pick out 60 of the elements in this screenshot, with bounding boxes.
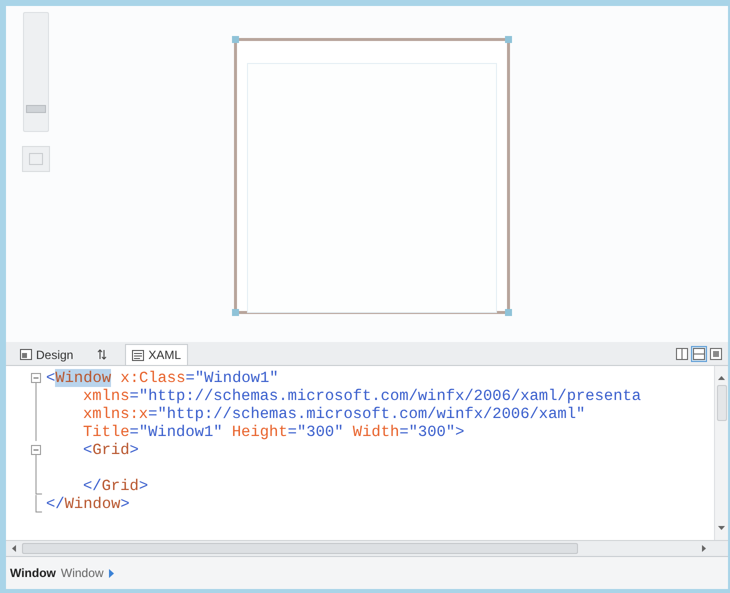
breadcrumb-item[interactable]: Window xyxy=(10,564,56,582)
pane-layout-button[interactable] xyxy=(691,346,707,362)
code-token: "300" xyxy=(296,423,344,441)
expand-arrow-icon[interactable] xyxy=(108,568,114,578)
code-token: = xyxy=(130,423,139,441)
collapse-pane-icon xyxy=(710,348,722,360)
code-token: Window xyxy=(64,495,120,513)
code-token: < xyxy=(46,369,56,387)
code-token: Window xyxy=(55,369,112,387)
code-token: = xyxy=(148,405,158,423)
code-token: Height xyxy=(230,423,288,441)
scroll-right-icon[interactable] xyxy=(702,545,706,552)
fold-line-icon xyxy=(35,459,37,477)
code-token: "http://schemas.microsoft.com/winfx/2006/xaml" xyxy=(157,405,586,423)
code-token: </ xyxy=(83,477,102,495)
scroll-thumb[interactable] xyxy=(716,385,726,421)
zoom-slider[interactable] xyxy=(23,12,49,132)
vertical-split-icon xyxy=(676,348,688,360)
swap-icon xyxy=(97,349,108,360)
horizontal-split-icon xyxy=(693,348,705,360)
breadcrumb-item[interactable]: Window xyxy=(60,564,104,582)
code-token: "http://schemas.microsoft.com/winfx/2006/xaml/presenta xyxy=(138,387,642,405)
scroll-up-icon[interactable] xyxy=(718,376,725,380)
resize-handle-icon[interactable] xyxy=(505,36,512,43)
code-token: </ xyxy=(46,495,65,513)
pane-layout-button[interactable] xyxy=(674,346,690,362)
scroll-down-icon[interactable] xyxy=(718,526,725,530)
resize-handle-icon[interactable] xyxy=(505,309,512,316)
editor-tab[interactable]: Design xyxy=(14,344,80,365)
vertical-scrollbar[interactable] xyxy=(714,366,728,540)
slider-thumb[interactable] xyxy=(26,105,46,114)
code-token: Grid xyxy=(102,477,139,495)
design-view-icon xyxy=(20,349,32,360)
code-token: = xyxy=(399,423,409,441)
scroll-left-icon[interactable] xyxy=(12,545,16,552)
code-token: Title xyxy=(83,423,130,441)
code-token: Width xyxy=(352,423,400,441)
code-token: "Window1" xyxy=(138,423,223,441)
code-token: xmlns:x xyxy=(83,405,148,423)
resize-handle-icon[interactable] xyxy=(232,36,239,43)
code-token: "300" xyxy=(408,423,456,441)
code-token: < xyxy=(83,441,92,459)
code-token: > xyxy=(130,441,139,459)
code-token: Grid xyxy=(92,441,130,459)
code-token: = xyxy=(186,369,195,387)
editor-tab[interactable]: XAML xyxy=(125,344,188,365)
document-icon xyxy=(132,350,144,360)
pane-layout-button[interactable] xyxy=(708,346,724,362)
scroll-thumb[interactable] xyxy=(22,543,578,554)
code-token: > xyxy=(138,477,148,495)
fit-icon xyxy=(29,153,43,165)
resize-handle-icon[interactable] xyxy=(232,309,239,316)
code-token: > xyxy=(455,423,464,441)
code-token: xmlns xyxy=(83,387,130,405)
code-token: = xyxy=(288,423,297,441)
code-token: x:Class xyxy=(119,369,186,387)
horizontal-scrollbar[interactable] xyxy=(6,540,728,556)
code-token: > xyxy=(120,495,130,513)
code-token: = xyxy=(130,387,139,405)
code-token: "Window1" xyxy=(194,369,279,387)
